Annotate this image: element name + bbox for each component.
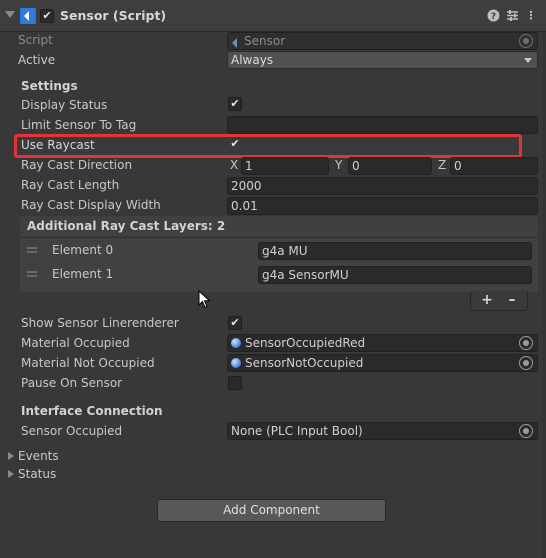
material-occupied-value: SensorOccupiedRed <box>245 336 366 350</box>
display-status-label: Display Status <box>21 98 108 112</box>
limit-sensor-to-tag-label: Limit Sensor To Tag <box>21 118 137 132</box>
script-icon <box>20 8 36 24</box>
ray-cast-length-input[interactable]: 2000 <box>227 177 538 195</box>
component-enabled-checkbox[interactable]: ✔ <box>40 9 54 23</box>
material-not-occupied-value: SensorNotOccupied <box>245 356 364 370</box>
script-label: Script <box>18 33 53 47</box>
object-picker-icon[interactable] <box>519 336 533 350</box>
component-title: Sensor (Script) <box>60 8 167 23</box>
presets-icon[interactable] <box>505 9 519 23</box>
use-raycast-checkbox[interactable]: ✔ <box>228 138 242 152</box>
expand-arrow-icon[interactable] <box>8 452 14 460</box>
pause-on-sensor-checkbox[interactable] <box>228 376 242 390</box>
display-status-checkbox[interactable]: ✔ <box>228 97 242 111</box>
active-value: Always <box>231 53 274 67</box>
script-field[interactable]: Sensor <box>227 32 538 50</box>
limit-sensor-to-tag-input[interactable] <box>227 116 538 134</box>
ray-cast-direction-label: Ray Cast Direction <box>21 158 133 172</box>
collapse-arrow-icon[interactable] <box>5 11 15 18</box>
sensor-occupied-field[interactable]: None (PLC Input Bool) <box>227 422 538 440</box>
add-element-button[interactable]: + <box>477 292 497 308</box>
sensor-occupied-label: Sensor Occupied <box>21 424 123 438</box>
element-1-label: Element 1 <box>52 267 114 281</box>
element-0-input[interactable]: g4a MU <box>258 242 532 260</box>
direction-y-label: Y <box>335 158 343 172</box>
ray-cast-display-width-input[interactable]: 0.01 <box>227 197 538 215</box>
element-1-input[interactable]: g4a SensorMU <box>258 266 532 284</box>
direction-y-input[interactable]: 0 <box>348 157 432 175</box>
script-value: Sensor <box>244 34 286 48</box>
sensor-occupied-value: None (PLC Input Bool) <box>231 424 363 438</box>
material-icon <box>231 338 241 348</box>
status-foldout[interactable]: Status <box>18 467 56 481</box>
drag-handle-icon[interactable] <box>27 271 37 277</box>
ray-cast-length-label: Ray Cast Length <box>21 178 120 192</box>
element-0-label: Element 0 <box>52 243 114 257</box>
events-foldout[interactable]: Events <box>18 449 59 463</box>
ray-cast-layers-title: Additional Ray Cast Layers: 2 <box>27 219 226 233</box>
pause-on-sensor-label: Pause On Sensor <box>21 376 123 390</box>
chevron-down-icon <box>524 58 532 63</box>
active-label: Active <box>18 53 56 67</box>
material-icon <box>231 358 241 368</box>
direction-x-label: X <box>230 158 239 172</box>
cs-script-icon <box>231 36 241 48</box>
more-options-icon[interactable]: ⋮ <box>524 9 538 23</box>
remove-element-button[interactable]: – <box>502 292 522 308</box>
direction-x-input[interactable]: 1 <box>241 157 329 175</box>
material-occupied-field[interactable]: SensorOccupiedRed <box>227 334 538 352</box>
interface-connection-header: Interface Connection <box>21 404 163 418</box>
object-picker-icon <box>519 34 533 48</box>
active-dropdown[interactable]: Always <box>227 51 538 69</box>
show-sensor-linerenderer-label: Show Sensor Linerenderer <box>21 316 179 330</box>
list-footer: + – <box>470 291 528 311</box>
svg-text:?: ? <box>490 12 495 22</box>
help-icon[interactable]: ? <box>486 9 500 23</box>
material-not-occupied-field[interactable]: SensorNotOccupied <box>227 354 538 372</box>
component-header: ✔ Sensor (Script) ? ⋮ <box>0 0 546 32</box>
mouse-cursor-icon <box>198 289 212 313</box>
use-raycast-label: Use Raycast <box>21 138 95 152</box>
ray-cast-display-width-label: Ray Cast Display Width <box>21 198 161 212</box>
expand-arrow-icon[interactable] <box>8 470 14 478</box>
direction-z-label: Z <box>438 158 447 172</box>
settings-header: Settings <box>21 79 78 93</box>
material-occupied-label: Material Occupied <box>21 336 130 350</box>
show-sensor-linerenderer-checkbox[interactable]: ✔ <box>228 316 242 330</box>
add-component-button[interactable]: Add Component <box>157 499 386 522</box>
object-picker-icon[interactable] <box>519 424 533 438</box>
direction-z-input[interactable]: 0 <box>450 157 538 175</box>
drag-handle-icon[interactable] <box>27 247 37 253</box>
material-not-occupied-label: Material Not Occupied <box>21 356 155 370</box>
object-picker-icon[interactable] <box>519 356 533 370</box>
